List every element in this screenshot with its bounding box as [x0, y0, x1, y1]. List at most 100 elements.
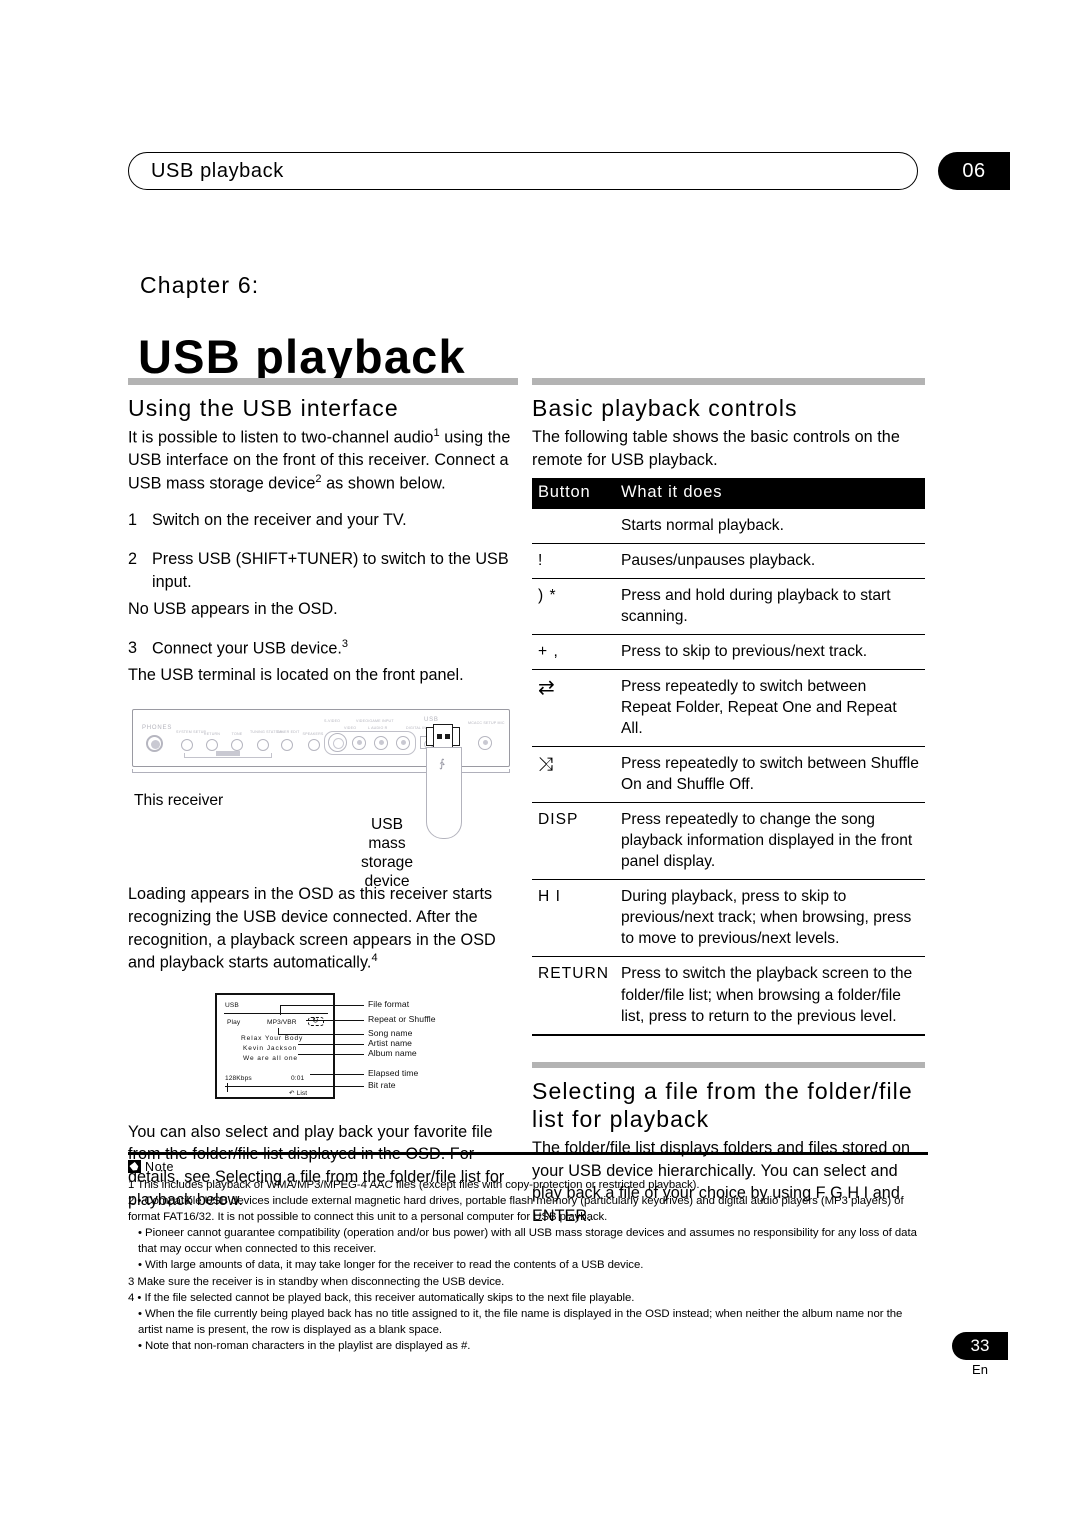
running-header-pill: USB playback	[128, 152, 918, 190]
return-button[interactable]	[206, 738, 218, 751]
leader-file-format	[280, 1004, 364, 1006]
desc-cell-disp: Press repeatedly to change the song play…	[614, 802, 925, 881]
osd-screen-frame: USB Play MP3/VBR Relax Your Body Kevin J…	[215, 992, 335, 1099]
osd-bitrate-leader-stub	[227, 1082, 228, 1092]
osd-list-button[interactable]: ↶ List	[289, 1089, 307, 1097]
desc-cell-skip: Press to skip to previous/next track.	[614, 634, 925, 670]
multi-jog-chip	[216, 750, 240, 756]
speakers-button[interactable]	[308, 738, 320, 751]
system-setup-button[interactable]	[181, 738, 193, 751]
desc-cell-repeat: Press repeatedly to switch between Repea…	[614, 669, 925, 748]
desc-cell-cursor: During playback, press to skip to previo…	[614, 879, 925, 958]
loading-paragraph: Loading appears in the OSD as this recei…	[128, 883, 518, 975]
button-cell-disp: DISP	[532, 802, 615, 881]
s-video-jack[interactable]	[328, 732, 347, 752]
running-header: USB playback 06	[128, 152, 1010, 192]
basic-controls-intro: The following table shows the basic cont…	[532, 428, 900, 469]
label-tuner-edit: TUNER EDIT	[276, 729, 300, 734]
chapter-kicker: Chapter 6:	[140, 272, 260, 298]
leader-artist-name	[298, 1043, 364, 1045]
heading-using-usb-interface: Using the USB interface	[128, 395, 399, 421]
osd-artist-name: Kevin Jackson	[243, 1044, 298, 1052]
note-line: 1 This includes playback of WMA/MP3/MPEG…	[128, 1178, 700, 1191]
step-2-text: Press USB (SHIFT+TUNER) to switch to the…	[152, 550, 509, 592]
heading-basic-playback-controls: Basic playback controls	[532, 395, 798, 421]
usb-trident-icon: ∱	[439, 757, 445, 770]
heading-selecting-a-file: Selecting a file from the folder/file li…	[532, 1077, 913, 1132]
osd-usb-label: USB	[225, 1001, 239, 1009]
tuning-station-button[interactable]	[257, 738, 269, 751]
page-language-code: En	[972, 1362, 988, 1377]
callout-repeat-or-shuffle: Repeat or Shuffle	[368, 1013, 436, 1024]
osd-elapsed-time: 0:01	[291, 1074, 305, 1082]
phones-jack	[146, 734, 163, 752]
page-number-badge: 33	[952, 1332, 1008, 1360]
caption-usb-line1: USB mass	[368, 815, 406, 852]
label-tuning-station: TUNING STATION	[250, 729, 283, 734]
note-line: 4 • If the file selected cannot be playe…	[128, 1291, 635, 1304]
footnote-ref-3: 3	[341, 637, 348, 650]
step-2: 2 Press USB (SHIFT+TUNER) to switch to t…	[128, 548, 518, 594]
callout-song-name: Song name	[368, 1027, 413, 1038]
notes-divider	[128, 1152, 928, 1155]
table-row: Starts normal playback.	[532, 508, 925, 544]
notes-block: Note 1 This includes playback of WMA/MP3…	[128, 1152, 928, 1355]
section-rule-using-usb	[128, 378, 518, 385]
step-3-number: 3	[128, 638, 138, 657]
pencil-icon	[128, 1160, 141, 1173]
label-audio-lr: L AUDIO R	[368, 725, 388, 730]
button-cell-cursor: H I	[532, 879, 615, 958]
page-title: USB playback	[138, 330, 466, 384]
table-row: DISP Press repeatedly to change the song…	[532, 802, 925, 881]
osd-song-name: Relax Your Body	[241, 1034, 304, 1042]
button-cell-skip: + ,	[532, 634, 615, 670]
running-header-title: USB playback	[151, 160, 284, 182]
button-cell-scan: ) *	[532, 578, 615, 635]
intro-text-c: as shown below.	[321, 474, 446, 493]
button-cell-play	[532, 508, 615, 544]
section-rule-selecting-file	[532, 1061, 925, 1068]
playback-controls-table: Button What it does Starts normal playba…	[532, 477, 925, 1036]
leader-bit-rate	[225, 1085, 364, 1087]
osd-status: Play	[227, 1018, 241, 1026]
callout-artist-name: Artist name	[368, 1037, 413, 1048]
step-2-note: No USB appears in the OSD.	[128, 599, 338, 618]
video-rca-jack[interactable]	[352, 735, 366, 750]
mcacc-setup-mic-jack[interactable]	[478, 735, 492, 750]
step-3: 3 Connect your USB device.3	[128, 637, 518, 660]
note-line: 3 Make sure the receiver is in standby w…	[128, 1275, 505, 1288]
leader-repeat-shuffle	[306, 1019, 364, 1021]
section-rule-basic-controls	[532, 378, 925, 385]
audio-left-rca-jack[interactable]	[374, 735, 388, 750]
step-2-number: 2	[128, 550, 138, 569]
receiver-illustration: PHONES SYSTEM SETUP RETURN TONE TUNING S…	[128, 703, 518, 890]
note-line: • With large amounts of data, it may tak…	[138, 1259, 644, 1272]
step-1-number: 1	[128, 511, 138, 530]
note-line: 2 • Compatible USB devices include exter…	[128, 1194, 904, 1223]
caption-this-receiver: This receiver	[134, 791, 224, 809]
step-3-label: Connect your USB device.	[152, 639, 342, 658]
callout-bit-rate: Bit rate	[368, 1079, 396, 1090]
audio-right-rca-jack[interactable]	[396, 735, 410, 750]
tuner-edit-button[interactable]	[281, 738, 293, 751]
note-line: • Pioneer cannot guarantee compatibility…	[138, 1227, 917, 1256]
leader-album-name	[298, 1053, 364, 1055]
table-row: ! Pauses/unpauses playback.	[532, 543, 925, 579]
osd-playback-screen-illustration: USB Play MP3/VBR Relax Your Body Kevin J…	[128, 989, 518, 1107]
note-line: • Note that non-roman characters in the …	[138, 1340, 471, 1353]
desc-cell-pause: Pauses/unpauses playback.	[614, 543, 925, 579]
label-tone: TONE	[231, 731, 243, 736]
caption-usb-mass-storage-device: USB mass storage device	[356, 815, 418, 891]
table-row: ) * Press and hold during playback to st…	[532, 578, 925, 635]
leader-song-name	[278, 1033, 364, 1035]
button-cell-shuffle: ⤨	[532, 746, 615, 804]
desc-cell-return: Press to switch the playback screen to t…	[614, 956, 925, 1036]
table-row: ⇄ Press repeatedly to switch between Rep…	[532, 669, 925, 748]
tone-button[interactable]	[231, 738, 243, 751]
callout-album-name: Album name	[368, 1047, 417, 1058]
table-row: RETURN Press to switch the playback scre…	[532, 956, 925, 1036]
table-row: H I During playback, press to skip to pr…	[532, 879, 925, 958]
label-video: VIDEO	[344, 725, 357, 730]
desc-cell-play: Starts normal playback.	[614, 508, 925, 544]
table-row: ⤨ Press repeatedly to switch between Shu…	[532, 746, 925, 804]
